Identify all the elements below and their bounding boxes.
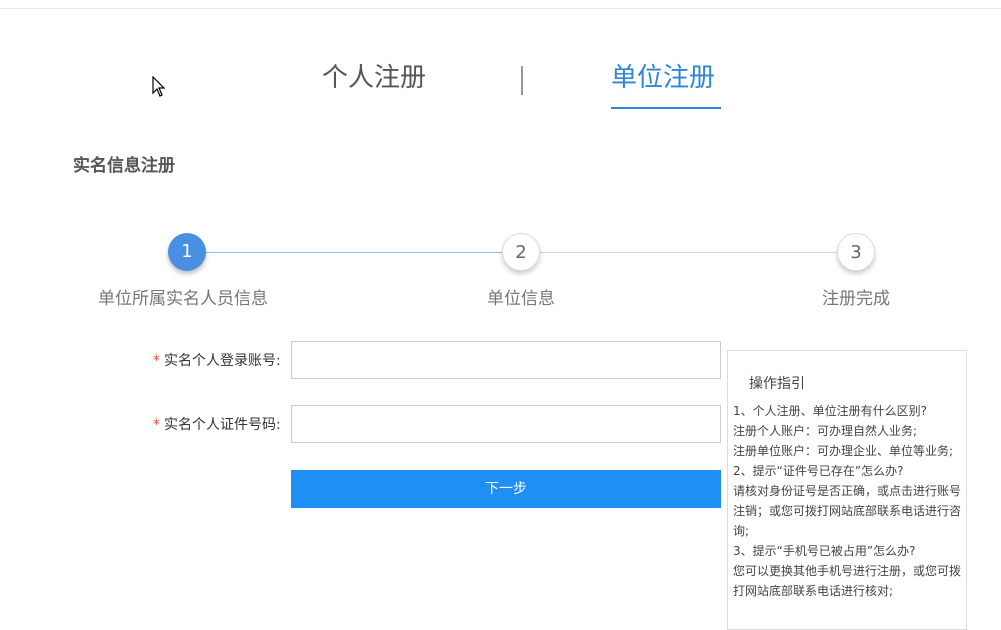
top-divider — [0, 8, 1001, 9]
mouse-cursor-icon — [152, 76, 166, 97]
step-connector-2 — [522, 252, 857, 253]
account-field-label: * 实名个人登录账号: — [153, 350, 281, 370]
guide-line: 3、提示“手机号已被占用”怎么办? — [733, 544, 916, 558]
step-1-label: 单位所属实名人员信息 — [98, 289, 268, 309]
step-2-circle: 2 — [502, 233, 540, 271]
guide-line: 注册单位账户：可办理企业、单位等业务; — [733, 444, 954, 458]
operation-guide-panel: 操作指引 1、个人注册、单位注册有什么区别? 注册个人账户：可办理自然人业务; … — [727, 350, 967, 630]
id-label-text: 实名个人证件号码: — [164, 417, 281, 433]
guide-line: 注册个人账户：可办理自然人业务; — [733, 424, 918, 438]
step-3-label: 注册完成 — [822, 289, 890, 309]
next-step-button[interactable]: 下一步 — [291, 470, 721, 508]
active-tab-underline — [611, 107, 721, 109]
account-label-text: 实名个人登录账号: — [164, 353, 281, 369]
section-title: 实名信息注册 — [73, 156, 175, 176]
tab-unit-registration[interactable]: 单位注册 — [611, 62, 715, 94]
guide-title: 操作指引 — [749, 376, 805, 392]
id-number-input[interactable] — [291, 405, 721, 443]
guide-line: 您可以更换其他手机号进行注册，或您可拨打网站底部联系电话进行核对; — [733, 564, 962, 598]
step-1-circle: 1 — [168, 233, 206, 271]
tab-personal-registration[interactable]: 个人注册 — [322, 62, 426, 94]
id-field-label: * 实名个人证件号码: — [153, 414, 281, 434]
guide-line: 请核对身份证号是否正确，或点击进行账号注销；或您可拨打网站底部联系电话进行咨询; — [733, 484, 962, 538]
guide-line: 2、提示“证件号已存在”怎么办? — [733, 464, 904, 478]
account-input[interactable] — [291, 341, 721, 379]
required-mark: * — [153, 417, 160, 433]
guide-line: 1、个人注册、单位注册有什么区别? — [733, 404, 928, 418]
step-connector-1 — [188, 252, 522, 253]
step-2-label: 单位信息 — [487, 289, 555, 309]
step-3-circle: 3 — [837, 233, 875, 271]
required-mark: * — [153, 353, 160, 369]
tab-divider — [521, 66, 523, 95]
guide-body: 1、个人注册、单位注册有什么区别? 注册个人账户：可办理自然人业务; 注册单位账… — [733, 401, 965, 601]
